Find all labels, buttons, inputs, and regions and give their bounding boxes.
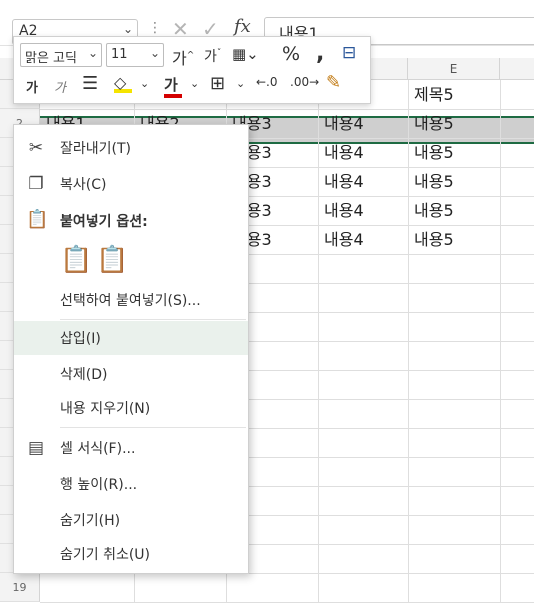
paste-options-heading: 붙여넣기 옵션: (60, 214, 148, 230)
column-header-e[interactable]: E (408, 58, 500, 80)
chevron-down-icon[interactable]: ⌄ (140, 77, 149, 90)
menu-item-paste-special-label: 선택하여 붙여넣기(S)... (60, 293, 201, 309)
wrap-text-icon[interactable]: ⊟ (342, 43, 356, 63)
chevron-down-icon[interactable]: ⌄ (236, 77, 245, 90)
menu-item-unhide[interactable]: 숨기기 취소(U) (14, 537, 248, 571)
align-center-icon[interactable]: ☰ (82, 73, 98, 94)
mini-toolbar: 맑은 고딕 ⌄ 11 ⌄ 가^ 가ˇ ▦⌄ % , ⊟ 가 가 ☰ ◇ ⌄ 가 … (13, 36, 371, 104)
fill-color-icon[interactable]: ◇ (114, 73, 132, 93)
font-name-select[interactable]: 맑은 고딕 ⌄ (20, 43, 102, 67)
menu-item-cut-label: 잘라내기(T) (60, 141, 131, 157)
font-name-value: 맑은 고딕 (25, 51, 77, 66)
chevron-down-icon: ⌄ (87, 46, 98, 60)
insert-function-icon[interactable]: fx (234, 16, 251, 37)
table-cell[interactable]: 내용5 (408, 196, 500, 225)
menu-item-copy-label: 복사(C) (60, 177, 107, 193)
chevron-down-icon: ⌄ (149, 46, 160, 60)
table-cell[interactable]: 내용4 (318, 167, 408, 196)
menu-item-format-cells[interactable]: ▤ 셀 서식(F)... (14, 431, 248, 465)
more-icon: ⋮ (148, 20, 162, 36)
paste-values-icon[interactable]: 📋 (96, 245, 128, 275)
chevron-down-icon[interactable]: ⌄ (123, 22, 133, 36)
table-cell[interactable]: 제목5 (408, 80, 500, 109)
shrink-font-label: 가 (204, 49, 217, 65)
menu-item-row-height[interactable]: 행 높이(R)... (14, 467, 248, 501)
menu-item-clear-contents-label: 내용 지우기(N) (60, 401, 151, 417)
font-color-button[interactable]: 가 (164, 74, 182, 98)
menu-item-clear-contents[interactable]: 내용 지우기(N) (14, 391, 248, 425)
paste-icon[interactable]: 📋 (60, 245, 92, 275)
row-header[interactable]: 19 (0, 573, 40, 602)
menu-item-unhide-label: 숨기기 취소(U) (60, 547, 151, 563)
shrink-font-button[interactable]: 가ˇ (204, 46, 221, 66)
format-cells-icon: ▤ (27, 438, 45, 458)
bold-button[interactable]: 가 (26, 77, 38, 96)
font-color-letter: 가 (164, 76, 178, 94)
format-painter-icon[interactable]: ✎ (326, 72, 341, 93)
menu-item-delete[interactable]: 삭제(D) (14, 357, 248, 391)
percent-style-button[interactable]: % (282, 43, 300, 65)
menu-separator (60, 427, 246, 428)
table-cell[interactable]: 내용4 (318, 225, 408, 254)
grow-font-button[interactable]: 가^ (172, 45, 194, 69)
menu-item-paste-special[interactable]: 선택하여 붙여넣기(S)... (14, 283, 248, 317)
menu-item-insert-label: 삽입(I) (60, 331, 101, 347)
menu-item-cut[interactable]: ✂ 잘라내기(T) (14, 131, 248, 165)
scissors-icon: ✂ (28, 138, 44, 158)
font-size-value: 11 (111, 47, 128, 62)
table-cell[interactable]: 내용5 (408, 138, 500, 167)
table-cell[interactable]: 내용5 (408, 225, 500, 254)
context-menu: ✂ 잘라내기(T) ❐ 복사(C) 📋 붙여넣기 옵션: 📋 📋 선택하여 붙여… (13, 124, 249, 574)
menu-item-copy[interactable]: ❐ 복사(C) (14, 167, 248, 201)
menu-item-row-height-label: 행 높이(R)... (60, 477, 138, 493)
chevron-down-icon[interactable]: ⌄ (190, 77, 199, 90)
menu-item-format-cells-label: 셀 서식(F)... (60, 441, 136, 457)
comma-style-button[interactable]: , (316, 41, 324, 66)
table-cell[interactable]: 내용4 (318, 109, 408, 138)
table-cell[interactable]: 내용5 (408, 109, 500, 138)
menu-item-delete-label: 삭제(D) (60, 367, 108, 383)
increase-decimal-icon[interactable]: ←.0 (256, 75, 278, 89)
borders-icon[interactable]: ⊞ (210, 73, 225, 94)
table-cell[interactable]: 내용4 (318, 196, 408, 225)
copy-icon: ❐ (28, 174, 44, 194)
fill-color-swatch (114, 89, 132, 93)
menu-separator (60, 319, 246, 320)
number-format-icon[interactable]: ▦⌄ (232, 45, 259, 63)
decrease-decimal-icon[interactable]: .00→ (290, 75, 319, 89)
menu-item-insert[interactable]: 삽입(I) (14, 321, 248, 355)
italic-button[interactable]: 가 (54, 77, 66, 96)
menu-item-hide[interactable]: 숨기기(H) (14, 503, 248, 537)
grow-font-label: 가 (172, 49, 187, 68)
clipboard-icon: 📋 (26, 209, 49, 230)
font-color-swatch (164, 94, 182, 98)
table-cell[interactable]: 내용5 (408, 167, 500, 196)
font-size-select[interactable]: 11 ⌄ (106, 43, 164, 67)
menu-item-hide-label: 숨기기(H) (60, 513, 121, 529)
table-cell[interactable]: 내용4 (318, 138, 408, 167)
